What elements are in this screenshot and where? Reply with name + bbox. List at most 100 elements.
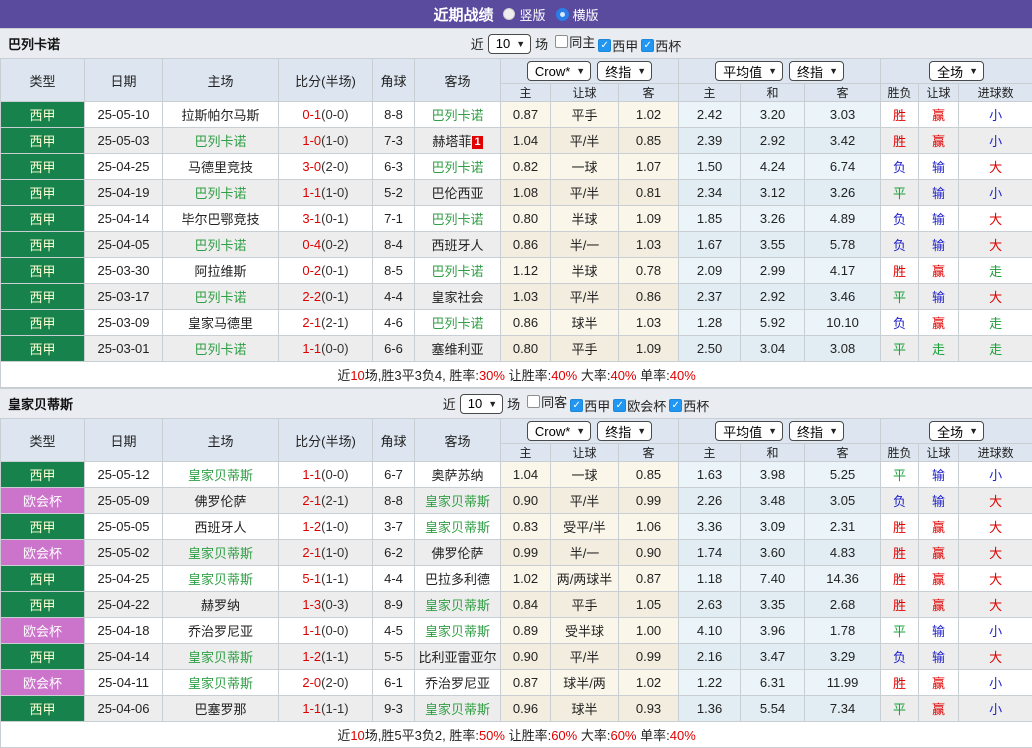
competition-type-cell: 欧会杯 xyxy=(1,670,85,696)
bookmaker-select[interactable]: Crow*▼ xyxy=(527,421,591,441)
full-time-score: 3-1 xyxy=(302,211,321,226)
winloss-result-cell: 负 xyxy=(881,206,919,232)
home-team-link[interactable]: 乔治罗尼亚 xyxy=(188,624,253,639)
handicap-result-cell: 输 xyxy=(919,206,959,232)
match-row: 西甲25-04-06巴塞罗那1-1(1-1)9-3皇家贝蒂斯0.96球半0.93… xyxy=(1,696,1032,722)
away-team-link[interactable]: 巴列卡诺 xyxy=(431,264,483,279)
match-count-select[interactable]: 10 ▼ xyxy=(460,394,503,414)
competition-type-cell: 西甲 xyxy=(1,154,85,180)
goals-result-cell: 大 xyxy=(959,514,1032,540)
europe-away-odds-cell: 4.89 xyxy=(805,206,881,232)
col-score: 比分(半场) xyxy=(279,419,373,462)
away-team-link[interactable]: 巴伦西亚 xyxy=(431,186,483,201)
away-team-link[interactable]: 奥萨苏纳 xyxy=(431,468,483,483)
handicap-result-cell: 赢 xyxy=(919,540,959,566)
home-team-link[interactable]: 皇家贝蒂斯 xyxy=(188,546,253,561)
average-select[interactable]: 平均值▼ xyxy=(715,421,783,441)
europe-home-odds-cell: 2.37 xyxy=(679,284,741,310)
filter-checkbox-item[interactable]: 同主 xyxy=(555,32,595,51)
europe-away-odds-cell: 3.42 xyxy=(805,128,881,154)
final-odds-select[interactable]: 终指▼ xyxy=(789,61,844,81)
filter-checkbox-item[interactable]: 同客 xyxy=(527,392,567,411)
radio-unselected-icon[interactable] xyxy=(503,8,515,20)
away-team-link[interactable]: 乔治罗尼亚 xyxy=(425,676,490,691)
final-odds-select[interactable]: 终指▼ xyxy=(597,421,652,441)
goals-result-cell: 大 xyxy=(959,284,1032,310)
match-date-cell: 25-05-10 xyxy=(85,102,163,128)
away-team-link[interactable]: 皇家贝蒂斯 xyxy=(425,598,490,613)
away-team-link[interactable]: 皇家贝蒂斯 xyxy=(425,494,490,509)
checkbox-checked-icon[interactable]: ✓ xyxy=(570,399,583,412)
corner-cell: 5-2 xyxy=(373,180,415,206)
away-team-link[interactable]: 巴拉多利德 xyxy=(425,572,490,587)
home-team-link[interactable]: 皇家贝蒂斯 xyxy=(188,468,253,483)
home-team-link[interactable]: 巴列卡诺 xyxy=(194,134,246,149)
select-value: Crow* xyxy=(535,424,570,439)
competition-type-cell: 西甲 xyxy=(1,514,85,540)
away-team-link[interactable]: 巴列卡诺 xyxy=(431,108,483,123)
home-team-link[interactable]: 皇家贝蒂斯 xyxy=(188,676,253,691)
layout-option-vertical[interactable]: 竖版 xyxy=(503,5,545,24)
filter-checkbox-item[interactable]: ✓西甲 xyxy=(570,396,610,415)
checkbox-checked-icon[interactable]: ✓ xyxy=(598,39,611,52)
away-team-link[interactable]: 赫塔菲 xyxy=(432,134,471,149)
bookmaker-select[interactable]: Crow*▼ xyxy=(527,61,591,81)
winloss-result-cell: 胜 xyxy=(881,102,919,128)
away-team-link[interactable]: 皇家社会 xyxy=(431,290,483,305)
handicap-home-odds-cell: 0.80 xyxy=(501,336,551,362)
layout-option-horizontal[interactable]: 横版 xyxy=(556,5,599,24)
home-team-link[interactable]: 巴列卡诺 xyxy=(194,238,246,253)
col-handicap-result: 让球 xyxy=(919,84,959,102)
home-team-link[interactable]: 阿拉维斯 xyxy=(194,264,246,279)
checkbox-checked-icon[interactable]: ✓ xyxy=(641,39,654,52)
home-team-link[interactable]: 皇家贝蒂斯 xyxy=(188,650,253,665)
away-team-link[interactable]: 巴列卡诺 xyxy=(431,316,483,331)
filter-checkbox-item[interactable]: ✓欧会杯 xyxy=(613,396,666,415)
away-team-link[interactable]: 西班牙人 xyxy=(431,238,483,253)
home-team-link[interactable]: 拉斯帕尔马斯 xyxy=(181,108,259,123)
competition-type-cell: 西甲 xyxy=(1,696,85,722)
away-team-link[interactable]: 巴列卡诺 xyxy=(431,212,483,227)
away-team-link[interactable]: 比利亚雷亚尔 xyxy=(418,650,496,665)
away-team-link[interactable]: 皇家贝蒂斯 xyxy=(425,702,490,717)
home-team-link[interactable]: 毕尔巴鄂竞技 xyxy=(181,212,259,227)
section-controls-row: 巴列卡诺 近 10 ▼ 场 同主✓西甲✓西杯 xyxy=(0,28,1032,58)
goals-result-cell: 小 xyxy=(959,618,1032,644)
home-team-link[interactable]: 西班牙人 xyxy=(194,520,246,535)
filter-checkbox-item[interactable]: ✓西杯 xyxy=(641,36,681,55)
final-odds-select[interactable]: 终指▼ xyxy=(597,61,652,81)
full-match-select[interactable]: 全场▼ xyxy=(929,421,984,441)
full-match-select[interactable]: 全场▼ xyxy=(929,61,984,81)
checkbox-checked-icon[interactable]: ✓ xyxy=(669,399,682,412)
competition-type-cell: 西甲 xyxy=(1,644,85,670)
goals-result-cell: 小 xyxy=(959,462,1032,488)
filter-checkbox-item[interactable]: ✓西甲 xyxy=(598,36,638,55)
checkbox-unchecked-icon[interactable] xyxy=(555,35,568,48)
radio-selected-icon[interactable] xyxy=(556,8,569,21)
home-team-link[interactable]: 佛罗伦萨 xyxy=(194,494,246,509)
home-team-link[interactable]: 皇家马德里 xyxy=(188,316,253,331)
half-time-score: (1-1) xyxy=(321,649,348,664)
match-date-cell: 25-05-12 xyxy=(85,462,163,488)
home-team-link[interactable]: 皇家贝蒂斯 xyxy=(188,572,253,587)
home-team-link[interactable]: 巴列卡诺 xyxy=(194,290,246,305)
away-team-link[interactable]: 塞维利亚 xyxy=(431,342,483,357)
away-team-link[interactable]: 皇家贝蒂斯 xyxy=(425,624,490,639)
checkbox-unchecked-icon[interactable] xyxy=(527,395,540,408)
match-count-select[interactable]: 10 ▼ xyxy=(488,34,531,54)
away-team-link[interactable]: 佛罗伦萨 xyxy=(431,546,483,561)
home-team-link[interactable]: 巴塞罗那 xyxy=(194,702,246,717)
away-team-link[interactable]: 皇家贝蒂斯 xyxy=(425,520,490,535)
home-team-link[interactable]: 马德里竞技 xyxy=(188,160,253,175)
home-team-link[interactable]: 赫罗纳 xyxy=(201,598,240,613)
home-team-link[interactable]: 巴列卡诺 xyxy=(194,186,246,201)
match-date-cell: 25-05-03 xyxy=(85,128,163,154)
checkbox-checked-icon[interactable]: ✓ xyxy=(613,399,626,412)
home-team-link[interactable]: 巴列卡诺 xyxy=(194,342,246,357)
average-select[interactable]: 平均值▼ xyxy=(715,61,783,81)
away-team-link[interactable]: 巴列卡诺 xyxy=(431,160,483,175)
corner-cell: 7-3 xyxy=(373,128,415,154)
final-odds-select[interactable]: 终指▼ xyxy=(789,421,844,441)
filter-checkbox-item[interactable]: ✓西杯 xyxy=(669,396,709,415)
winloss-result-cell: 负 xyxy=(881,154,919,180)
